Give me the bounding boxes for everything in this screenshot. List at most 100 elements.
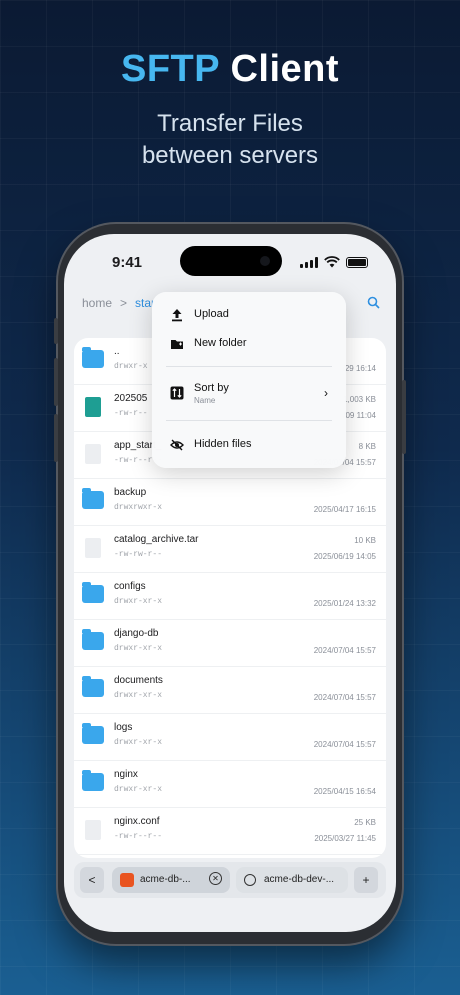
file-name: nginx — [114, 769, 138, 780]
file-date: 2024/07/04 15:57 — [313, 740, 376, 749]
phone-volume-up-button — [54, 358, 58, 406]
menu-item-upload[interactable]: Upload — [152, 302, 346, 328]
file-row[interactable]: configs drwxr-xr-x 2025/01/24 13:32 — [74, 573, 386, 620]
file-name: backup — [114, 487, 147, 498]
file-icon — [85, 820, 101, 840]
file-permissions: drwxr-xr-x — [114, 785, 163, 794]
file-name: documents — [114, 675, 163, 686]
file-name: configs — [114, 581, 146, 592]
menu-item-label: Upload — [194, 308, 229, 320]
hero-title-rest: Client — [230, 48, 340, 90]
file-permissions: drwxrwxr-x — [114, 503, 163, 512]
dynamic-island — [180, 246, 282, 276]
file-row[interactable]: backup drwxrwxr-x 2025/04/17 16:15 — [74, 479, 386, 526]
session-tab[interactable]: acme-db-dev-... — [236, 867, 348, 893]
file-name: nginx.conf — [114, 816, 160, 827]
file-permissions: drwxr-xr-x — [114, 738, 163, 747]
status-time: 9:41 — [112, 254, 143, 271]
file-size: 10 KB — [354, 536, 376, 545]
file-date: 2025/04/17 16:15 — [313, 505, 376, 514]
folder-icon — [82, 488, 104, 509]
file-name: 202505 — [114, 393, 148, 404]
battery-icon — [346, 256, 368, 268]
hero-subtitle-line1: Transfer Files — [157, 110, 303, 137]
file-permissions: drwxr-xr-x — [114, 644, 163, 653]
session-tab-label: acme-db-... — [140, 874, 191, 885]
context-menu: Upload New folder Sort by Name › Hidden … — [152, 292, 346, 468]
file-permissions: -rw-r-- — [114, 409, 148, 418]
chevron-right-icon: › — [324, 386, 328, 400]
breadcrumb-separator: > — [120, 296, 128, 310]
hero-subtitle-line2: between servers — [141, 142, 319, 169]
status-icons — [300, 256, 368, 268]
folder-icon — [82, 347, 104, 368]
menu-item-new-folder[interactable]: New folder — [152, 331, 346, 357]
breadcrumb-home[interactable]: home — [82, 296, 112, 310]
file-date: 2025/03/27 11:45 — [314, 834, 376, 843]
menu-divider — [166, 366, 332, 367]
file-permissions: drwxr-xr-x — [114, 597, 163, 606]
hero-title: SFTP Client — [0, 48, 460, 91]
breadcrumb: home > star — [82, 296, 155, 310]
file-row[interactable]: nginx.conf -rw-r--r-- 25 KB 2025/03/27 1… — [74, 808, 386, 855]
search-icon[interactable] — [367, 296, 380, 309]
file-row[interactable]: logs drwxr-xr-x 2024/07/04 15:57 — [74, 714, 386, 761]
close-icon[interactable]: ✕ — [209, 872, 222, 885]
file-name: .. — [114, 346, 120, 357]
file-name: logs — [114, 722, 133, 733]
folder-icon — [82, 723, 104, 744]
file-date: 2025/01/24 13:32 — [313, 599, 376, 608]
file-permissions: drwxr-x — [114, 362, 148, 371]
menu-item-hidden-files[interactable]: Hidden files — [152, 432, 346, 458]
file-size: 25 KB — [354, 818, 376, 827]
new-folder-icon — [171, 340, 183, 349]
menu-item-sort-by[interactable]: Sort by Name › — [152, 376, 346, 410]
wifi-icon — [324, 256, 340, 268]
menu-divider — [166, 420, 332, 421]
camera-icon — [260, 256, 270, 266]
menu-item-label: Sort by — [194, 382, 229, 394]
file-date: /29 16:14 — [342, 364, 376, 373]
signal-icon — [300, 256, 318, 268]
file-permissions: -rw-r--r-- — [114, 832, 163, 841]
file-row[interactable]: documents drwxr-xr-x 2024/07/04 15:57 — [74, 667, 386, 714]
image-file-icon — [85, 397, 101, 417]
folder-icon — [82, 582, 104, 603]
ubuntu-icon — [244, 874, 256, 886]
phone-power-button — [402, 380, 406, 454]
file-permissions: drwxr-xr-x — [114, 691, 163, 700]
folder-icon — [82, 676, 104, 697]
file-date: /09 11:04 — [343, 411, 376, 420]
file-date: 2024/07/04 15:57 — [313, 693, 376, 702]
sort-icon — [170, 386, 184, 400]
phone-screen: 9:41 home > star .. drwxr-x /29 16:14 20… — [64, 234, 396, 932]
hero-title-accent: SFTP — [120, 48, 220, 90]
eye-off-icon — [170, 439, 184, 451]
hero-subtitle: Transfer Files between servers — [0, 108, 460, 172]
session-tab-label: acme-db-dev-... — [264, 874, 335, 885]
file-row[interactable]: nginx drwxr-xr-x 2025/04/15 16:54 — [74, 761, 386, 808]
file-icon — [85, 538, 101, 558]
folder-icon — [82, 770, 104, 791]
file-name: catalog_archive.tar — [114, 534, 199, 545]
file-row[interactable]: django-db drwxr-xr-x 2024/07/04 15:57 — [74, 620, 386, 667]
folder-icon — [82, 629, 104, 650]
file-row[interactable]: catalog_archive.tar -rw-rw-r-- 10 KB 202… — [74, 526, 386, 573]
phone-mute-button — [54, 318, 58, 344]
menu-item-label: New folder — [194, 337, 247, 349]
file-permissions: -rw-rw-r-- — [114, 550, 163, 559]
add-tab-button[interactable]: + — [354, 867, 378, 893]
back-button[interactable]: < — [80, 867, 104, 893]
text-file-icon — [85, 444, 101, 464]
session-tab-bar: < acme-db-... ✕ acme-db-dev-... + — [74, 862, 386, 898]
session-tab-active[interactable]: acme-db-... ✕ — [112, 867, 230, 893]
file-date: 2024/07/04 15:57 — [313, 646, 376, 655]
file-date: 2025/06/19 14:05 — [313, 552, 376, 561]
ubuntu-icon — [120, 873, 134, 887]
sort-current-value: Name — [194, 396, 216, 405]
file-date: 2025/04/15 16:54 — [313, 787, 376, 796]
file-size: 1,003 KB — [343, 395, 376, 404]
menu-item-label: Hidden files — [194, 438, 252, 450]
phone-volume-down-button — [54, 414, 58, 462]
file-size: 8 KB — [358, 442, 376, 451]
